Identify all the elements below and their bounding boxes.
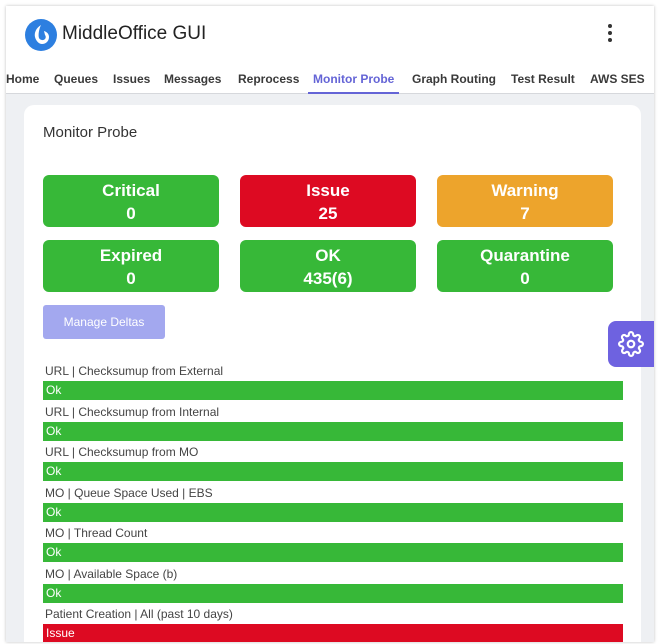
gear-icon (618, 331, 644, 357)
tab-reprocess[interactable]: Reprocess (238, 66, 299, 94)
stat-value: 0 (126, 269, 136, 288)
tab-aws-ses[interactable]: AWS SES (590, 66, 645, 94)
app-logo-icon (25, 19, 57, 51)
stat-value: 0 (126, 204, 136, 223)
page-title: Monitor Probe (43, 124, 138, 141)
probe-status-bar[interactable]: Ok (43, 584, 623, 603)
stat-label: Issue (306, 181, 350, 200)
manage-deltas-button[interactable]: Manage Deltas (43, 305, 165, 339)
probe-status-bar[interactable]: Ok (43, 503, 623, 522)
probe-name: URL | Checksumup from External (45, 364, 224, 378)
probe-status-bar[interactable]: Ok (43, 462, 623, 481)
stat-issue[interactable]: Issue 25 (240, 175, 416, 227)
tab-graph-routing[interactable]: Graph Routing (412, 66, 496, 94)
stat-label: Quarantine (480, 246, 570, 265)
app-window: MiddleOffice GUI Home Queues Issues Mess… (6, 6, 654, 642)
tab-monitor-probe[interactable]: Monitor Probe (308, 66, 400, 94)
tab-test-result[interactable]: Test Result (511, 66, 575, 94)
probe-name: MO | Available Space (b) (45, 567, 178, 581)
stat-quarantine[interactable]: Quarantine 0 (437, 240, 613, 292)
stat-expired[interactable]: Expired 0 (43, 240, 219, 292)
stat-value: 0 (520, 269, 530, 288)
stat-label: Critical (102, 181, 160, 200)
probe-name: URL | Checksumup from Internal (45, 405, 220, 419)
stat-warning[interactable]: Warning 7 (437, 175, 613, 227)
probe-status-bar[interactable]: Ok (43, 543, 623, 562)
probe-status-bar[interactable]: Ok (43, 422, 623, 441)
kebab-menu-icon[interactable] (602, 22, 618, 46)
stat-label: OK (315, 246, 341, 265)
probe-status-bar[interactable]: Ok (43, 381, 623, 400)
stat-critical[interactable]: Critical 0 (43, 175, 219, 227)
probe-status-bar[interactable]: Issue (43, 624, 623, 642)
probe-name: MO | Queue Space Used | EBS (45, 486, 213, 500)
tab-messages[interactable]: Messages (164, 66, 221, 94)
stat-ok[interactable]: OK 435(6) (240, 240, 416, 292)
app-bar: MiddleOffice GUI (6, 6, 654, 66)
tab-home[interactable]: Home (6, 66, 39, 94)
probe-name: URL | Checksumup from MO (45, 445, 199, 459)
probe-name: MO | Thread Count (45, 526, 148, 540)
tab-bar: Home Queues Issues Messages Reprocess Mo… (6, 66, 654, 94)
stat-value: 435(6) (303, 269, 353, 288)
stat-label: Warning (491, 181, 559, 200)
tab-queues[interactable]: Queues (54, 66, 98, 94)
settings-button[interactable] (608, 321, 654, 367)
stat-value: 25 (318, 204, 338, 223)
stat-value: 7 (520, 204, 530, 223)
monitor-probe-card: Monitor Probe Critical 0 Issue 25 Warnin… (24, 105, 641, 642)
tab-issues[interactable]: Issues (113, 66, 150, 94)
app-title: MiddleOffice GUI (62, 23, 207, 44)
stat-label: Expired (99, 246, 163, 265)
probe-name: Patient Creation | All (past 10 days) (45, 607, 233, 621)
